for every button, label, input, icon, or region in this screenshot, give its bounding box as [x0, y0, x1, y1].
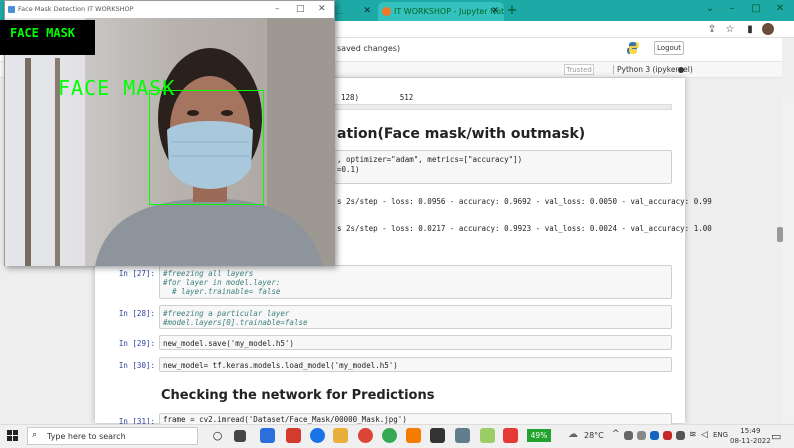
app-icon-3[interactable]: [430, 428, 445, 443]
minimize-button[interactable]: –: [722, 3, 742, 14]
cell-prompt: In [30]:: [118, 361, 155, 370]
maximize-button[interactable]: □: [296, 1, 305, 18]
notification-icon[interactable]: ▭: [771, 430, 781, 443]
taskbar-search[interactable]: Type here to search: [27, 427, 198, 445]
app-icon-4[interactable]: [455, 428, 470, 443]
minimize-button[interactable]: –: [275, 1, 280, 18]
tray-icon-5[interactable]: [676, 431, 685, 440]
chrome-icon[interactable]: [358, 428, 373, 443]
clock-time: 15:49: [740, 427, 761, 435]
code-comment: #freezing all layers: [163, 269, 254, 278]
tray-icon-2[interactable]: [637, 431, 646, 440]
code-comment: #freezing a particular layer: [163, 309, 290, 318]
close-tab-icon[interactable]: ✕: [363, 2, 371, 21]
summary-output: 128) 512: [341, 93, 414, 102]
close-window-button[interactable]: ✕: [318, 1, 326, 18]
tray-chevron-icon[interactable]: ^: [612, 429, 620, 439]
app-icon: [8, 6, 15, 13]
chevron-down-icon[interactable]: ⌄: [700, 3, 720, 14]
sidepanel-icon[interactable]: ▮: [742, 22, 758, 37]
maximize-button[interactable]: □: [746, 3, 766, 14]
code-line: , optimizer="adam", metrics=["accuracy"]…: [337, 155, 522, 164]
training-output: s 2s/step - loss: 0.0217 - accuracy: 0.9…: [337, 224, 712, 233]
code-line: frame = cv2.imread('Dataset/Face_Mask/00…: [163, 415, 407, 424]
section-heading: Checking the network for Predictions: [161, 388, 435, 403]
cell-prompt: In [28]:: [118, 309, 155, 318]
detection-window-title: Face Mask Detection IT WORKSHOP: [18, 5, 134, 13]
training-output: s 2s/step - loss: 0.0956 - accuracy: 0.9…: [337, 197, 712, 206]
tray-icon-1[interactable]: [624, 431, 633, 440]
chrome-profile-icon[interactable]: [382, 428, 397, 443]
new-tab-button[interactable]: +: [505, 2, 519, 20]
search-icon: ⌕: [32, 430, 38, 440]
weather-icon: ☁: [568, 429, 578, 440]
section-heading: ation(Face mask/with outmask): [337, 126, 586, 142]
jupyter-icon: [382, 7, 391, 16]
battery-indicator[interactable]: 49%: [527, 429, 551, 442]
wifi-icon[interactable]: ≋: [689, 430, 697, 440]
volume-icon[interactable]: ◁: [701, 430, 708, 440]
file-explorer-icon[interactable]: [333, 428, 348, 443]
scrollbar-thumb[interactable]: [777, 227, 783, 242]
edge-icon[interactable]: [310, 428, 325, 443]
app-icon-6[interactable]: [503, 428, 518, 443]
profile-avatar[interactable]: [762, 23, 774, 35]
face-bounding-box: [149, 90, 264, 205]
task-view-icon[interactable]: [234, 430, 246, 442]
clock-date: 08-11-2022: [730, 437, 771, 445]
vertical-scrollbar[interactable]: [782, 97, 794, 423]
bookmark-star-icon[interactable]: ☆: [722, 22, 738, 37]
code-comment: # layer.trainable= false: [163, 287, 281, 296]
windows-start-icon[interactable]: [7, 430, 19, 442]
close-tab-icon[interactable]: ✕: [491, 2, 499, 21]
app-icon-5[interactable]: [480, 428, 495, 443]
compile-code: , optimizer="adam", metrics=["accuracy"]…: [337, 155, 523, 164]
code-line: =0.1): [337, 165, 360, 174]
weather-temp[interactable]: 28°C: [584, 431, 604, 440]
widgets-icon[interactable]: [260, 428, 275, 443]
close-window-button[interactable]: ✕: [770, 3, 790, 14]
kernel-status-icon: [678, 67, 684, 73]
code-comment: #model.layers[0].trainable=false: [163, 318, 308, 327]
language-indicator[interactable]: ENG: [713, 431, 728, 439]
tray-icon-3[interactable]: [650, 431, 659, 440]
cell-prompt: In [29]:: [118, 339, 155, 348]
app-icon-2[interactable]: [406, 428, 421, 443]
share-icon[interactable]: ⇪: [704, 22, 720, 37]
overlay-label-small: FACE MASK: [10, 26, 76, 40]
cortana-icon[interactable]: ○: [210, 428, 225, 443]
cell-prompt: In [27]:: [118, 269, 155, 278]
tray-icon-4[interactable]: [663, 431, 672, 440]
logout-button[interactable]: Logout: [654, 41, 684, 55]
code-line: new_model= tf.keras.models.load_model('m…: [163, 361, 398, 370]
code-line: new_model.save('my_model.h5'): [163, 339, 294, 348]
system-clock[interactable]: 15:49 08-11-2022: [730, 426, 771, 446]
code-comment: #for layer in model.layer:: [163, 278, 281, 287]
python-logo-icon: [627, 42, 639, 54]
browser-tab-jupyter[interactable]: IT WORKSHOP - Jupyter Notebo ✕: [378, 2, 504, 21]
notebook-save-status: saved changes): [337, 44, 401, 53]
app-icon-1[interactable]: [286, 428, 301, 443]
tab-2-label: IT WORKSHOP - Jupyter Notebo: [394, 7, 504, 16]
detection-window-titlebar[interactable]: Face Mask Detection IT WORKSHOP – □ ✕: [5, 1, 334, 18]
trusted-indicator[interactable]: Trusted: [564, 64, 594, 75]
